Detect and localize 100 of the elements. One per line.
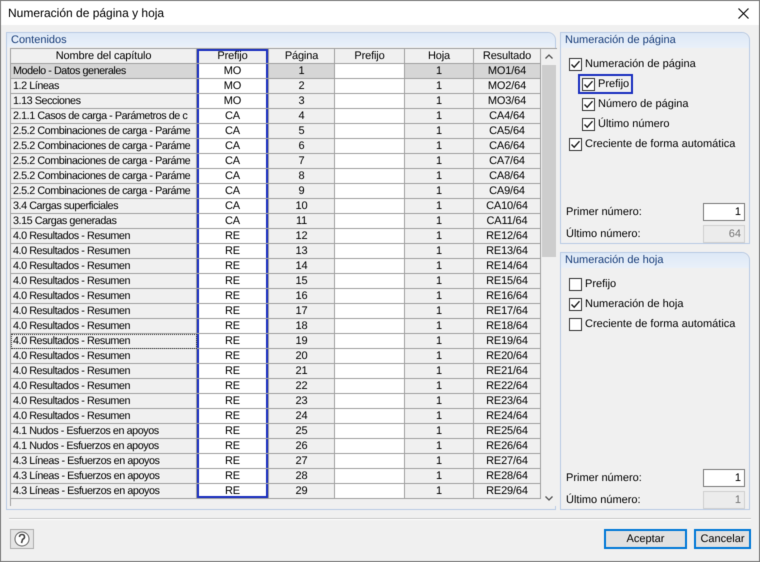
table-cell: 2.5.2 Combinaciones de carga - Paráme xyxy=(11,184,197,199)
close-icon[interactable] xyxy=(738,8,749,18)
table-cell xyxy=(335,244,405,259)
column-header[interactable]: Nombre del capítulo xyxy=(11,49,197,64)
column-header[interactable]: Hoja xyxy=(405,49,474,64)
table-cell: 12 xyxy=(269,229,335,244)
table-cell: CA5/64 xyxy=(474,124,541,139)
column-header[interactable]: Página xyxy=(269,49,335,64)
table-cell: 24 xyxy=(269,409,335,424)
table-cell: RE15/64 xyxy=(474,274,541,289)
table-cell: 2 xyxy=(269,79,335,94)
dialog-button[interactable]: Cancelar xyxy=(694,529,751,549)
table-cell: 3.4 Cargas superficiales xyxy=(11,199,197,214)
window-title: Numeración de página y hoja xyxy=(8,6,164,20)
table-cell xyxy=(335,334,405,349)
table-cell: RE xyxy=(197,424,269,439)
table-cell: RE17/64 xyxy=(474,304,541,319)
table-cell: RE27/64 xyxy=(474,454,541,469)
table-cell: CA xyxy=(197,154,269,169)
number-field[interactable]: 1 xyxy=(703,202,745,220)
checkbox[interactable]: Numeración de página xyxy=(565,54,700,74)
group-title: Numeración de hoja xyxy=(561,253,749,268)
column-header[interactable]: Prefijo xyxy=(197,49,269,64)
checkbox[interactable]: Creciente de forma automática xyxy=(565,134,740,154)
column-header[interactable]: Resultado xyxy=(474,49,541,64)
table-cell: RE18/64 xyxy=(474,319,541,334)
number-field[interactable]: 1 xyxy=(703,468,745,486)
table-cell: CA xyxy=(197,214,269,229)
table-cell: 1 xyxy=(405,409,474,424)
checkbox-icon xyxy=(582,118,595,130)
table-cell: CA xyxy=(197,124,269,139)
table-cell: 28 xyxy=(269,469,335,484)
table-cell: 1 xyxy=(405,454,474,469)
checkbox-icon xyxy=(569,298,582,310)
table-cell xyxy=(335,124,405,139)
help-button[interactable] xyxy=(10,529,34,549)
table-cell: 4.0 Resultados - Resumen xyxy=(11,334,197,349)
table-cell: RE28/64 xyxy=(474,469,541,484)
checkbox[interactable]: Numeración de hoja xyxy=(565,294,688,314)
table-cell: 1 xyxy=(405,199,474,214)
table-cell: 4.0 Resultados - Resumen xyxy=(11,349,197,364)
table-cell: RE xyxy=(197,379,269,394)
table-cell: 20 xyxy=(269,349,335,364)
table-cell: 4.0 Resultados - Resumen xyxy=(11,409,197,424)
table-cell xyxy=(335,199,405,214)
table-cell: RE19/64 xyxy=(474,334,541,349)
scrollbar[interactable] xyxy=(541,48,557,506)
table-cell: MO1/64 xyxy=(474,64,541,79)
table-cell: 26 xyxy=(269,439,335,454)
table-cell: RE22/64 xyxy=(474,379,541,394)
table-cell: 4.3 Líneas - Esfuerzos en apoyos xyxy=(11,484,197,499)
table-cell: 4.1 Nudos - Esfuerzos en apoyos xyxy=(11,439,197,454)
table-cell xyxy=(335,484,405,499)
table-cell xyxy=(335,304,405,319)
table-cell: RE xyxy=(197,229,269,244)
table-cell xyxy=(335,379,405,394)
checkbox-icon xyxy=(582,78,595,90)
table-cell: 1 xyxy=(405,139,474,154)
group-title: Contenidos xyxy=(7,33,555,47)
table-cell xyxy=(335,169,405,184)
table-cell: 1 xyxy=(405,364,474,379)
table-cell: RE20/64 xyxy=(474,349,541,364)
checkbox[interactable]: Creciente de forma automática xyxy=(565,314,740,334)
table-cell xyxy=(335,349,405,364)
table-cell: 1 xyxy=(405,349,474,364)
checkbox-icon xyxy=(569,138,582,150)
table-cell: RE25/64 xyxy=(474,424,541,439)
dialog-button[interactable]: Aceptar xyxy=(604,529,687,549)
table-cell: 1 xyxy=(405,124,474,139)
column-header[interactable]: Prefijo xyxy=(335,49,405,64)
scroll-thumb[interactable] xyxy=(542,65,556,257)
table-cell: 2.1.1 Casos de carga - Parámetros de c xyxy=(11,109,197,124)
checkbox[interactable]: Número de página xyxy=(578,94,693,114)
checkbox[interactable]: Último número xyxy=(578,114,674,134)
table-cell: 1 xyxy=(405,439,474,454)
field-label: Último número: xyxy=(566,228,641,240)
table-cell: 2.5.2 Combinaciones de carga - Paráme xyxy=(11,124,197,139)
table-cell: RE16/64 xyxy=(474,289,541,304)
table-cell: 3 xyxy=(269,94,335,109)
table-cell: 10 xyxy=(269,199,335,214)
checkbox[interactable]: Prefijo xyxy=(565,274,620,294)
table-cell: RE xyxy=(197,304,269,319)
table-cell: MO xyxy=(197,94,269,109)
table-cell: RE24/64 xyxy=(474,409,541,424)
table-cell: 9 xyxy=(269,184,335,199)
table-cell: 2.5.2 Combinaciones de carga - Paráme xyxy=(11,169,197,184)
table-cell: 17 xyxy=(269,304,335,319)
table-cell: 4.0 Resultados - Resumen xyxy=(11,244,197,259)
table-cell: 1 xyxy=(405,214,474,229)
table-cell: RE29/64 xyxy=(474,484,541,499)
table-cell: 4.1 Nudos - Esfuerzos en apoyos xyxy=(11,424,197,439)
table-cell: RE xyxy=(197,274,269,289)
table-cell: 4.3 Líneas - Esfuerzos en apoyos xyxy=(11,454,197,469)
table-cell: 1 xyxy=(405,304,474,319)
table-cell: RE13/64 xyxy=(474,244,541,259)
checkbox[interactable]: Prefijo xyxy=(578,74,634,94)
table-cell: 1 xyxy=(405,94,474,109)
table-cell xyxy=(335,259,405,274)
table-cell: Modelo - Datos generales xyxy=(11,64,197,79)
table-cell: 1.13 Secciones xyxy=(11,94,197,109)
